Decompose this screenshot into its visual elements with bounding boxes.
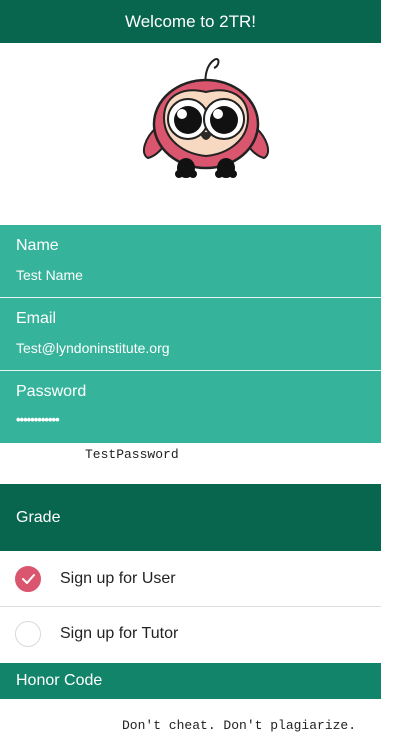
signup-option-tutor[interactable]: Sign up for Tutor [0, 607, 381, 662]
honor-code-header: Honor Code [0, 663, 381, 699]
top-app-bar: Welcome to 2TR! [0, 0, 381, 43]
email-input-value[interactable]: Test@lyndoninstitute.org [16, 340, 170, 356]
password-field[interactable]: Password •••••••••••• [0, 371, 381, 443]
app-screen: Welcome to 2TR! Name Test Name Email Tes… [0, 0, 381, 736]
name-label: Name [16, 237, 59, 254]
password-input-value[interactable]: •••••••••••• [16, 412, 60, 427]
honor-code-label: Honor Code [16, 672, 103, 689]
app-title: Welcome to 2TR! [124, 11, 256, 31]
password-plain-text: TestPassword [85, 447, 179, 462]
email-field[interactable]: Email Test@lyndoninstitute.org [0, 298, 381, 370]
password-label: Password [16, 383, 87, 400]
signup-option-user[interactable]: Sign up for User [0, 552, 381, 607]
grade-label: Grade [16, 509, 61, 526]
signup-option-tutor-label: Sign up for Tutor [60, 625, 179, 642]
owl-mascot-icon [136, 46, 276, 186]
name-field[interactable]: Name Test Name [0, 225, 381, 297]
checkbox-unchecked-icon[interactable] [15, 621, 41, 647]
email-label: Email [16, 310, 57, 327]
checkbox-checked-icon[interactable] [15, 566, 41, 592]
signup-option-user-label: Sign up for User [60, 570, 176, 587]
grade-selector[interactable]: Grade [0, 484, 381, 551]
name-input-value[interactable]: Test Name [16, 267, 83, 283]
honor-code-text: Don't cheat. Don't plagiarize. [122, 718, 357, 733]
